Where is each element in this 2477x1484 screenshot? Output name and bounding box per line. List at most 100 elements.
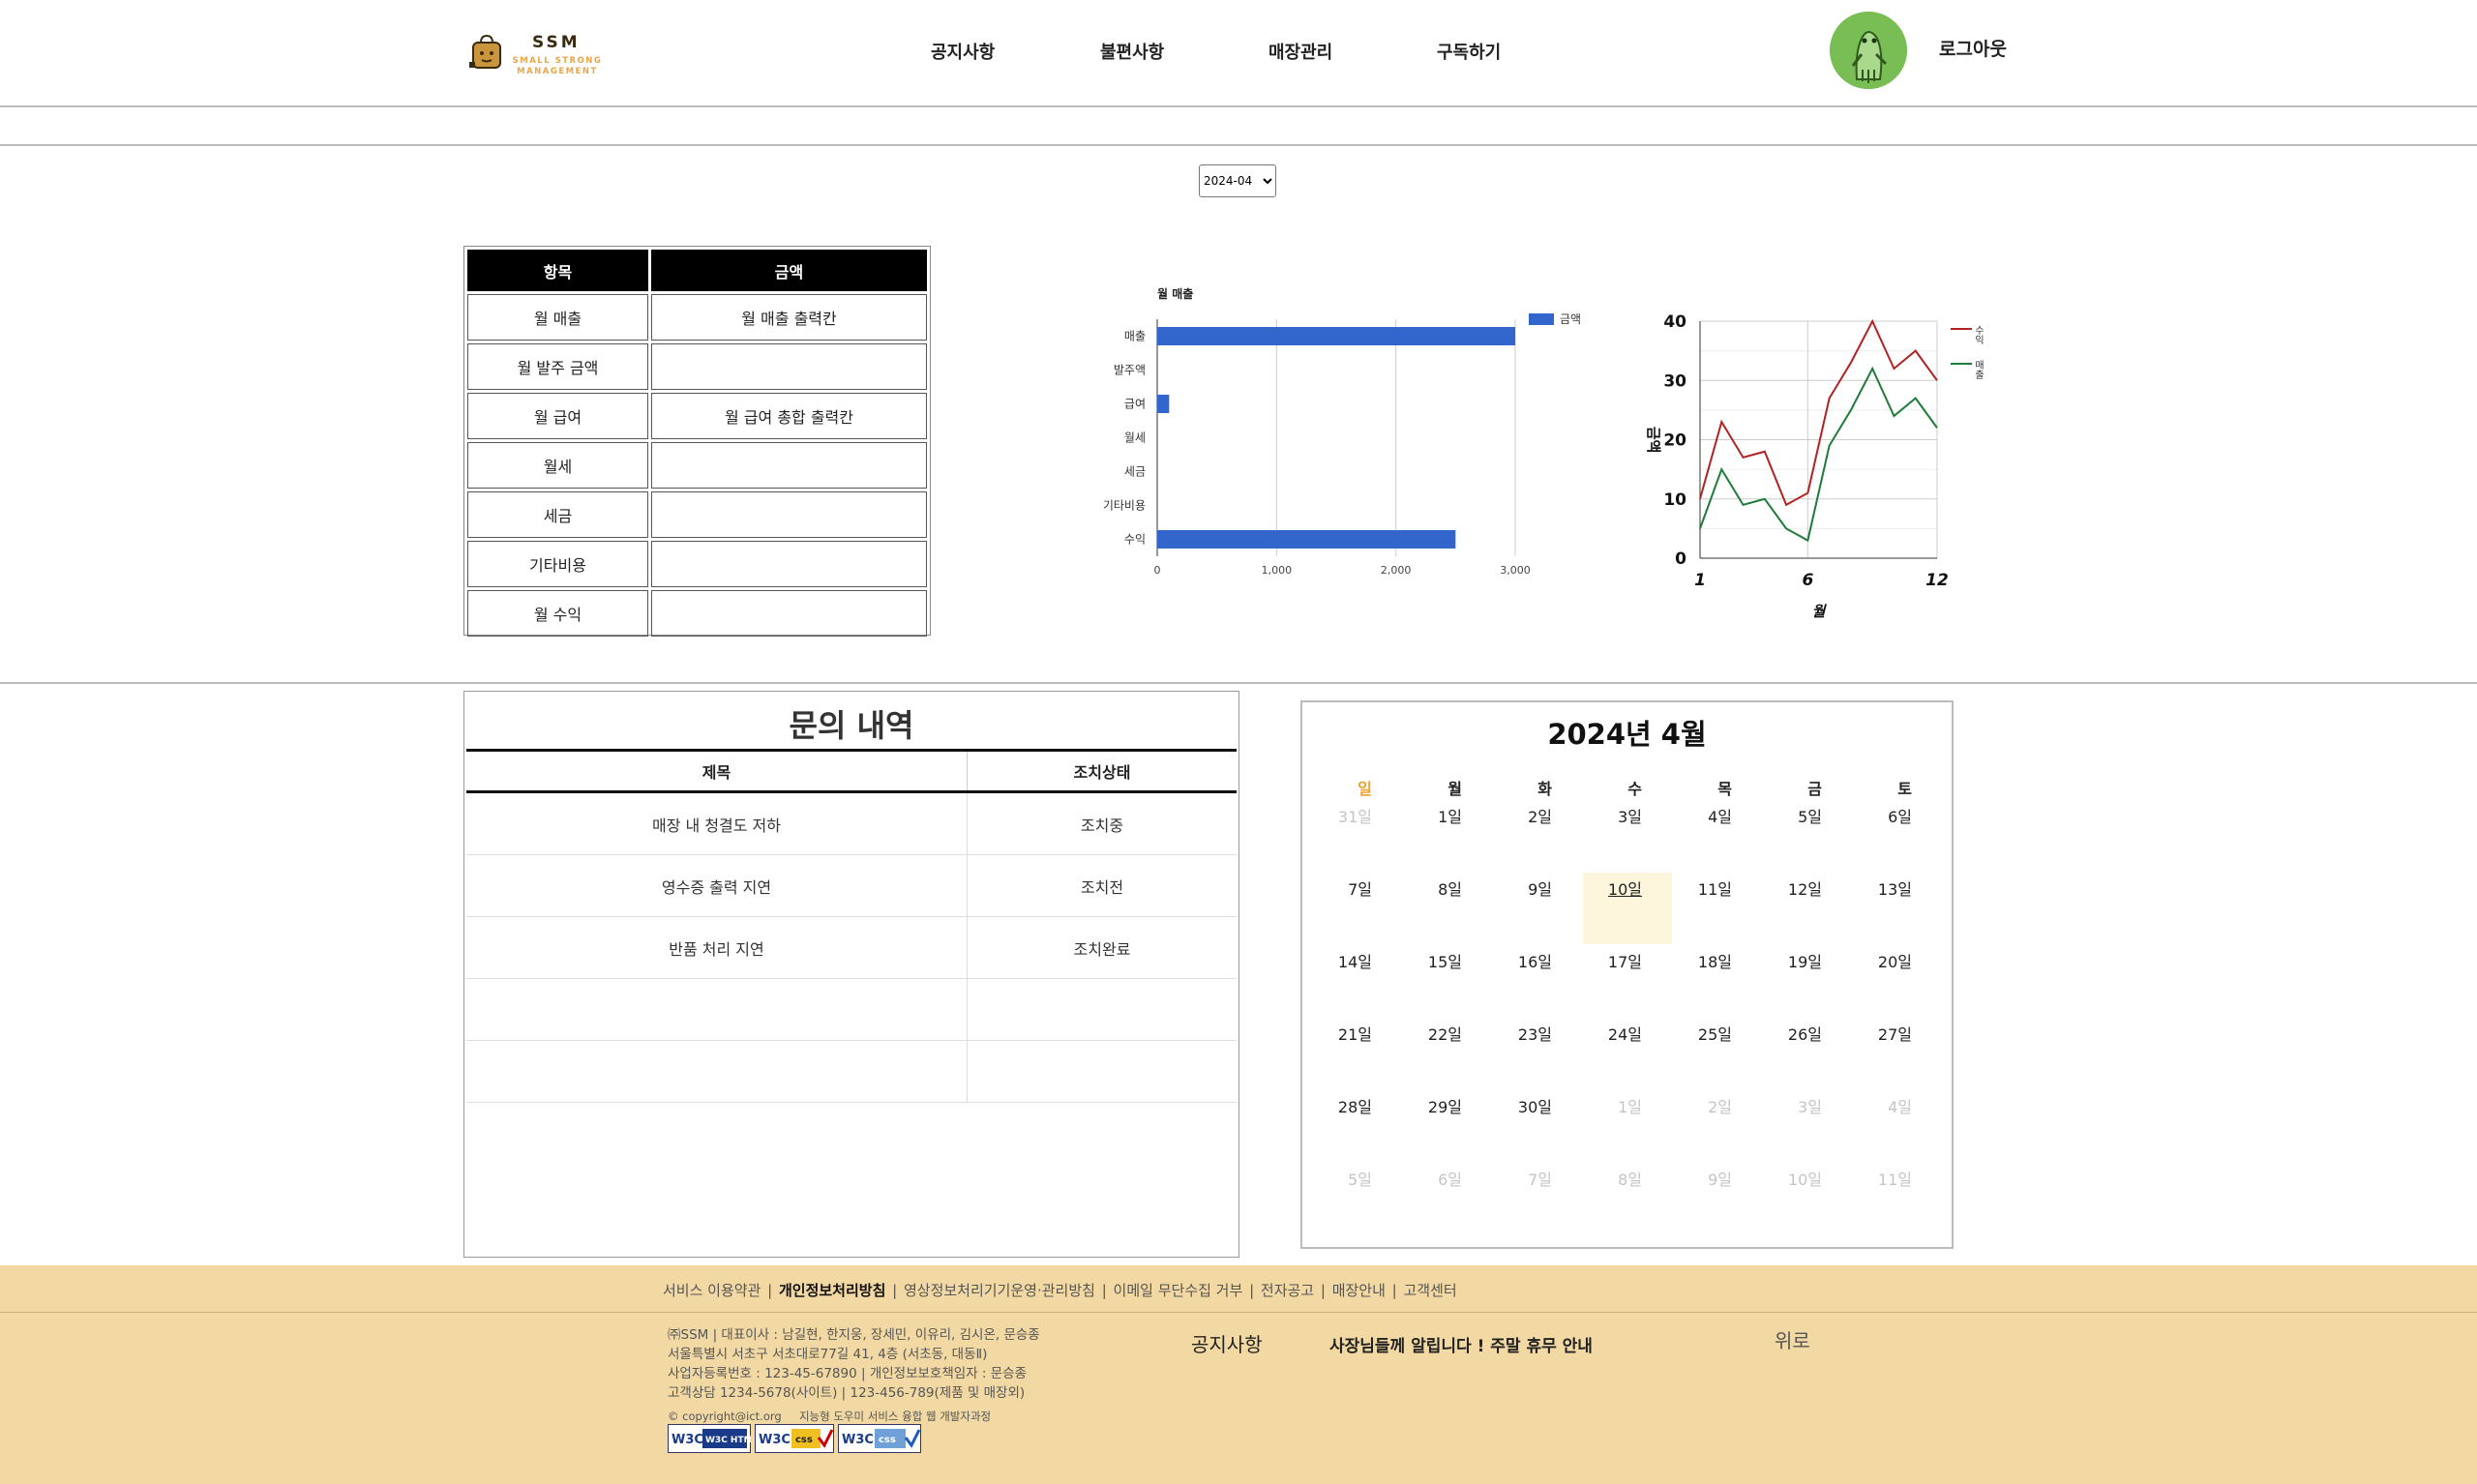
calendar-day[interactable]: 30일 xyxy=(1490,1094,1552,1117)
calendar-day[interactable]: 12일 xyxy=(1760,876,1822,900)
calendar-day[interactable]: 1일 xyxy=(1400,804,1462,827)
w3c-css-badge-blue[interactable]: W3C css xyxy=(838,1424,921,1453)
nav-store-management[interactable]: 매장관리 xyxy=(1268,39,1332,64)
footer-link[interactable]: 이메일 무단수집 거부 xyxy=(1114,1282,1243,1299)
footer-link[interactable]: 영상정보처리기기운영·관리방침 xyxy=(904,1282,1095,1299)
calendar-day[interactable]: 23일 xyxy=(1490,1022,1552,1045)
calendar-day[interactable]: 10일 xyxy=(1760,1167,1822,1190)
calendar-day[interactable]: 17일 xyxy=(1580,949,1642,972)
back-to-top-button[interactable]: 위로 xyxy=(1775,1325,1810,1353)
calendar-day[interactable]: 24일 xyxy=(1580,1022,1642,1045)
calendar-day[interactable]: 31일 xyxy=(1310,804,1372,827)
link-separator: | xyxy=(1387,1282,1402,1299)
expense-item: 세금 xyxy=(467,491,648,538)
calendar-day[interactable]: 20일 xyxy=(1850,949,1912,972)
bar-mark xyxy=(1157,530,1456,549)
inquiry-row[interactable] xyxy=(466,1040,1237,1103)
calendar-day[interactable]: 22일 xyxy=(1400,1022,1462,1045)
calendar-day[interactable]: 1일 xyxy=(1580,1094,1642,1117)
calendar-day[interactable]: 21일 xyxy=(1310,1022,1372,1045)
calendar-day[interactable]: 5일 xyxy=(1760,804,1822,827)
calendar-day[interactable]: 11일 xyxy=(1670,876,1732,900)
calendar-day[interactable]: 16일 xyxy=(1490,949,1552,972)
footer-link[interactable]: 전자공고 xyxy=(1261,1282,1314,1299)
inquiry-status-cell xyxy=(967,1040,1237,1103)
nav-notice[interactable]: 공지사항 xyxy=(931,39,995,64)
calendar-day[interactable]: 9일 xyxy=(1670,1167,1732,1190)
calendar-day[interactable]: 27일 xyxy=(1850,1022,1912,1045)
calendar-day[interactable]: 9일 xyxy=(1490,876,1552,900)
calendar-day-today[interactable]: 10일 xyxy=(1580,876,1642,900)
footer-notice-label: 공지사항 xyxy=(1191,1333,1263,1356)
calendar-day[interactable]: 6일 xyxy=(1400,1167,1462,1190)
calendar-day[interactable]: 2일 xyxy=(1670,1094,1732,1117)
calendar-day[interactable]: 7일 xyxy=(1490,1167,1552,1190)
w3c-css-badge[interactable]: W3C css xyxy=(755,1424,834,1453)
calendar-day[interactable]: 15일 xyxy=(1400,949,1462,972)
monthly-sales-bar-chart: 월 매출 0 1,000 2,000 3,000 매출발주액급여월세세금기타비용수익 금액 xyxy=(1103,286,1581,577)
calendar-day[interactable]: 7일 xyxy=(1310,876,1372,900)
expense-amount xyxy=(651,590,927,637)
calendar-day[interactable]: 14일 xyxy=(1310,949,1372,972)
calendar-day[interactable]: 3일 xyxy=(1760,1094,1822,1117)
inquiry-title-cell xyxy=(466,1040,968,1103)
calendar-day[interactable]: 6일 xyxy=(1850,804,1912,827)
calendar-day[interactable]: 18일 xyxy=(1670,949,1732,972)
footer-link[interactable]: 매장안내 xyxy=(1332,1282,1386,1299)
footer-link[interactable]: 고객센터 xyxy=(1403,1282,1456,1299)
w3c-html5-badge[interactable]: W3CW3C HTML 5 xyxy=(668,1424,767,1453)
calendar-day[interactable]: 4일 xyxy=(1850,1094,1912,1117)
inquiry-title-cell: 반품 처리 지연 xyxy=(466,916,968,979)
expense-row: 세금 xyxy=(467,491,927,538)
company-info: ㈜SSM | 대표이사 : 남길현, 한지웅, 장세민, 이유리, 김시온, 문… xyxy=(668,1327,1040,1343)
nav-subscribe[interactable]: 구독하기 xyxy=(1437,39,1501,64)
svg-text:css: css xyxy=(879,1435,896,1445)
site-logo[interactable]: SSM SMALL STRONG MANAGEMENT xyxy=(468,29,604,79)
footer-notice-text[interactable]: 사장님들께 알립니다 ! 주말 휴무 안내 xyxy=(1329,1332,1593,1356)
customer-service: 고객상담 1234-5678(사이트) | 123-456-789(제품 및 매… xyxy=(668,1385,1026,1401)
line-series-profit xyxy=(1699,318,1938,507)
calendar-day[interactable]: 5일 xyxy=(1310,1167,1372,1190)
weekday-label: 금 xyxy=(1807,780,1822,798)
calendar-day[interactable]: 8일 xyxy=(1400,876,1462,900)
svg-text:W3C: W3C xyxy=(759,1433,791,1447)
calendar-day[interactable]: 19일 xyxy=(1760,949,1822,972)
bar-mark xyxy=(1157,395,1170,413)
expense-row: 월세 xyxy=(467,442,927,489)
expense-amount xyxy=(651,343,927,390)
inquiry-row[interactable]: 매장 내 청결도 저하 조치중 xyxy=(466,791,1237,855)
month-select[interactable]: 2024-04 xyxy=(1199,164,1276,197)
calendar-day[interactable]: 11일 xyxy=(1850,1167,1912,1190)
footer-divider xyxy=(0,1312,2477,1313)
expense-item: 기타비용 xyxy=(467,541,648,587)
expense-row: 월 매출 월 매출 출력칸 xyxy=(467,294,927,341)
bar-x-tick-label: 2,000 xyxy=(1381,564,1412,577)
calendar-day[interactable]: 2일 xyxy=(1490,804,1552,827)
svg-text:W3C: W3C xyxy=(842,1433,874,1447)
calendar-day[interactable]: 4일 xyxy=(1670,804,1732,827)
header-status: 조치상태 xyxy=(967,749,1237,793)
calendar-day[interactable]: 8일 xyxy=(1580,1167,1642,1190)
inquiry-row[interactable]: 영수증 출력 지연 조치전 xyxy=(466,854,1237,917)
calendar-day[interactable]: 29일 xyxy=(1400,1094,1462,1117)
footer-link[interactable]: 서비스 이용약관 xyxy=(663,1282,761,1299)
bar-x-tick-label: 0 xyxy=(1154,564,1161,577)
calendar-day[interactable]: 13일 xyxy=(1850,876,1912,900)
bar-category-label: 수익 xyxy=(1124,533,1146,547)
line-y-tick-label: 0 xyxy=(1675,549,1686,569)
inquiry-table: 제목 조치상태 매장 내 청결도 저하 조치중 영수증 출력 지연 조치전 반품 처리 … xyxy=(466,749,1237,1103)
nav-complaints[interactable]: 불편사항 xyxy=(1100,39,1164,64)
calendar: 2024년 4월 일 월 화 수 목 금 토 31일 1일 2일 3일 4일 5일 6일 7일 8일 9일 10일… xyxy=(1300,700,1954,1249)
footer-link[interactable]: 개인정보처리방침 xyxy=(779,1282,885,1299)
logout-link[interactable]: 로그아웃 xyxy=(1939,35,2007,61)
inquiry-status-cell: 조치전 xyxy=(967,854,1237,917)
user-avatar[interactable] xyxy=(1830,12,1907,89)
inquiry-row[interactable]: 반품 처리 지연 조치완료 xyxy=(466,916,1237,979)
calendar-day[interactable]: 28일 xyxy=(1310,1094,1372,1117)
inquiry-row[interactable] xyxy=(466,978,1237,1041)
calendar-day[interactable]: 26일 xyxy=(1760,1022,1822,1045)
expense-item: 월 급여 xyxy=(467,393,648,439)
calendar-day[interactable]: 25일 xyxy=(1670,1022,1732,1045)
calendar-day[interactable]: 3일 xyxy=(1580,804,1642,827)
monthly-profit-line-chart: 0 10 20 30 40 1 6 12 월 금액 수익매출 xyxy=(1645,312,1984,620)
